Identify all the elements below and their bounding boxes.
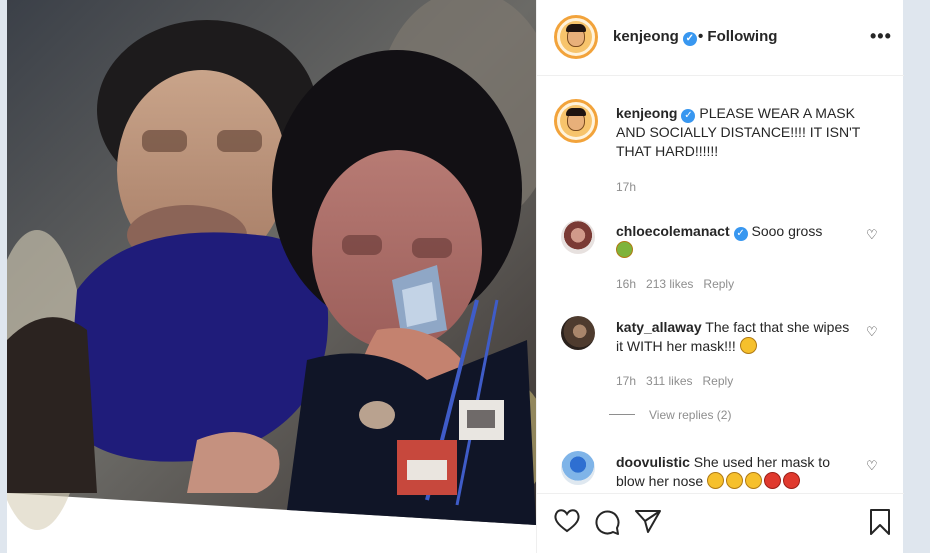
flushed-face-icon bbox=[707, 472, 725, 489]
view-replies-label[interactable]: View replies (2) bbox=[649, 408, 731, 422]
comment-username[interactable]: chloecolemanact bbox=[616, 223, 730, 239]
comment-text: Sooo gross bbox=[751, 223, 823, 239]
caption-time: 17h bbox=[616, 180, 646, 194]
replies-divider bbox=[609, 414, 635, 415]
comment-bubble-icon[interactable] bbox=[593, 508, 621, 536]
verified-badge-icon: ✓ bbox=[733, 227, 748, 241]
instagram-post: kenjeong ✓ • Following ••• kenjeong ✓ PLEA… bbox=[7, 0, 904, 553]
caption-avatar[interactable] bbox=[554, 99, 598, 143]
view-replies-button[interactable]: View replies (2) bbox=[609, 408, 731, 422]
bookmark-icon[interactable] bbox=[868, 508, 892, 536]
comment-time[interactable]: 16h bbox=[616, 277, 636, 291]
comment-like-icon[interactable]: ♡ bbox=[866, 324, 878, 340]
reply-button[interactable]: Reply bbox=[703, 374, 734, 388]
post-actions bbox=[537, 493, 904, 553]
flushed-face-icon bbox=[745, 472, 763, 489]
comment: doovulistic She used her mask to blow he… bbox=[616, 453, 856, 491]
commenter-avatar[interactable] bbox=[561, 220, 595, 254]
comment-likes[interactable]: 213 likes bbox=[646, 277, 693, 291]
comment-like-icon[interactable]: ♡ bbox=[866, 458, 878, 474]
heart-outline-icon[interactable] bbox=[553, 508, 581, 534]
comment-like-icon[interactable]: ♡ bbox=[866, 227, 878, 243]
commenter-avatar[interactable] bbox=[561, 451, 595, 485]
nauseated-face-icon bbox=[616, 241, 633, 258]
commenter-avatar[interactable] bbox=[561, 316, 595, 350]
more-options-icon[interactable]: ••• bbox=[870, 26, 892, 47]
caption-timestamp[interactable]: 17h bbox=[616, 180, 636, 194]
verified-badge-icon: ✓ bbox=[682, 32, 697, 46]
author-username-text[interactable]: kenjeong bbox=[613, 28, 679, 45]
video-frame-illustration bbox=[7, 0, 536, 530]
comment-time[interactable]: 17h bbox=[616, 374, 636, 388]
verified-badge-icon: ✓ bbox=[681, 109, 696, 123]
post-header: kenjeong ✓ • Following ••• bbox=[537, 0, 904, 76]
comment-username[interactable]: doovulistic bbox=[616, 454, 690, 470]
flushed-face-icon bbox=[726, 472, 744, 489]
comment: chloecolemanact ✓ Sooo gross bbox=[616, 222, 856, 260]
comment-meta: 16h 213 likes Reply bbox=[616, 277, 744, 291]
angry-face-icon bbox=[764, 472, 782, 489]
comment-meta: 17h 311 likes Reply bbox=[616, 374, 743, 388]
comment-username[interactable]: katy_allaway bbox=[616, 319, 702, 335]
angry-face-icon bbox=[783, 472, 801, 489]
paper-plane-icon[interactable] bbox=[634, 508, 662, 534]
astonished-face-icon bbox=[739, 337, 757, 354]
comment-likes[interactable]: 311 likes bbox=[646, 374, 692, 388]
caption: kenjeong ✓ PLEASE WEAR A MASK AND SOCIALL… bbox=[616, 104, 886, 161]
follow-status[interactable]: • Following bbox=[698, 28, 777, 45]
caption-username[interactable]: kenjeong bbox=[616, 105, 677, 121]
author-username[interactable]: kenjeong ✓ bbox=[613, 28, 697, 46]
post-video[interactable] bbox=[7, 0, 536, 553]
comment: katy_allaway The fact that she wipes it … bbox=[616, 318, 856, 356]
post-sidebar: kenjeong ✓ • Following ••• kenjeong ✓ PLEA… bbox=[536, 0, 904, 553]
reply-button[interactable]: Reply bbox=[703, 277, 734, 291]
author-avatar[interactable] bbox=[554, 15, 598, 59]
